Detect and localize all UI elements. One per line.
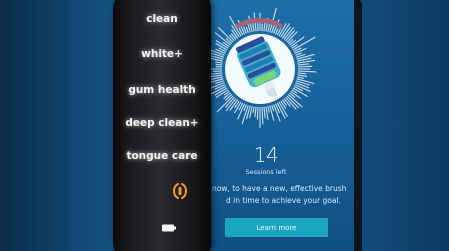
wave-tick [224, 94, 233, 101]
brush-head-sync-icon [173, 183, 187, 199]
wave-tick [214, 32, 231, 46]
sessions-left-count: 14 [253, 143, 279, 167]
wave-tick [297, 76, 305, 79]
progress-arc [234, 17, 284, 30]
wave-tick [256, 106, 259, 120]
goal-message: now, to have a new, effective brush d in… [212, 183, 354, 207]
mode-white-plus: white+ [141, 48, 183, 60]
wave-tick [214, 61, 223, 64]
sessions-left-label: Sessions left [245, 168, 287, 176]
wave-tick [296, 53, 315, 60]
mode-gum-health: gum health [128, 84, 196, 96]
product-photo-background: 14 Sessions left now, to have a new, eff… [0, 0, 449, 251]
wave-tick [271, 104, 275, 112]
wave-tick [296, 78, 315, 85]
wave-tick [245, 26, 249, 34]
wave-tick [252, 22, 255, 32]
wave-tick [211, 74, 223, 78]
wave-tick [297, 72, 307, 75]
battery-icon [162, 224, 176, 232]
wave-tick [214, 83, 226, 90]
mode-tongue-care: tongue care [126, 150, 198, 162]
wave-tick [287, 94, 303, 108]
wave-tick [217, 26, 234, 43]
mode-clean: clean [146, 13, 178, 25]
wave-tick [280, 100, 287, 110]
goal-message-line: d in time to achieve your goal. [226, 196, 341, 205]
learn-more-button[interactable]: Learn more [225, 218, 328, 237]
wave-tick [215, 63, 223, 66]
wave-tick [267, 106, 270, 113]
brushing-mode-list: clean white+ gum health deep clean+ tong… [113, 0, 211, 251]
goal-message-line: now, to have a new, effective brush [212, 184, 347, 193]
wave-tick [252, 106, 255, 113]
mode-deep-clean-plus: deep clean+ [125, 117, 199, 129]
wave-tick [263, 22, 266, 32]
wave-tick [297, 65, 313, 68]
wave-tick [297, 63, 310, 66]
wave-tick [223, 92, 231, 99]
wave-tick [297, 70, 317, 73]
wave-tick [261, 106, 264, 125]
wave-tick [297, 74, 308, 77]
wave-tick [254, 106, 257, 118]
brush-head-progress-ring [210, 7, 317, 128]
wave-tick [265, 106, 269, 121]
wave-tick [263, 106, 266, 119]
wave-tick [292, 36, 316, 51]
